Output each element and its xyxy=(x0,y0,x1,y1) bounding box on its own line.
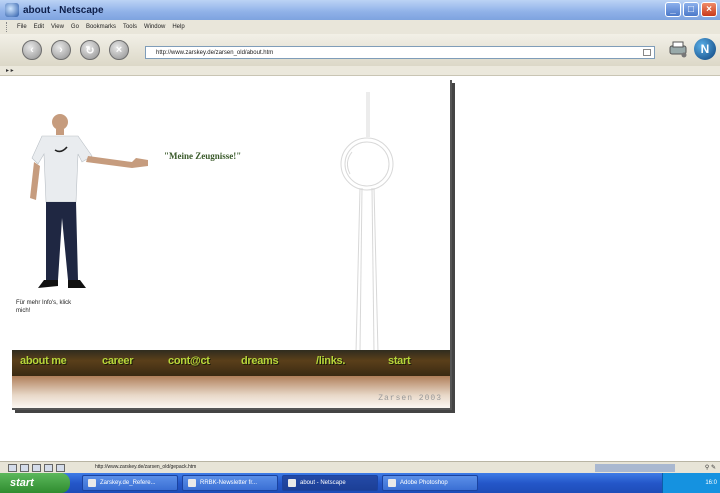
photoshop-task-icon xyxy=(388,479,396,487)
menu-tools[interactable]: Tools xyxy=(123,24,137,30)
close-button[interactable]: × xyxy=(701,2,717,17)
menu-go[interactable]: Go xyxy=(71,24,79,30)
browser-task-icon xyxy=(88,479,96,487)
copyright-text: Zarsen 2003 xyxy=(378,394,442,403)
task-newsletter[interactable]: RRBK-Newsletter fr... xyxy=(182,475,278,491)
nav-contact[interactable]: cont@ct xyxy=(168,355,210,367)
nav-career[interactable]: career xyxy=(102,355,134,367)
more-info-text[interactable]: Für mehr Info's, klick mich! xyxy=(16,299,76,315)
mail-icon[interactable] xyxy=(8,463,17,472)
page-icon[interactable] xyxy=(56,463,65,472)
web-page: "Meine Zeugnisse!" Für mehr Info's, klic… xyxy=(12,80,452,410)
window-title: about - Netscape xyxy=(23,4,104,16)
menu-bookmarks[interactable]: Bookmarks xyxy=(86,24,116,30)
window-controls: _ □ × xyxy=(665,2,717,17)
address-dropdown-icon[interactable] xyxy=(643,49,651,56)
task-label: about - Netscape xyxy=(300,480,346,486)
menu-view[interactable]: View xyxy=(51,24,64,30)
windows-taskbar: start Zarskey.de_Refere... RRBK-Newslett… xyxy=(0,473,720,493)
sidebar-toggle-icon[interactable]: ▸ ▸ xyxy=(6,67,14,74)
menu-file[interactable]: File xyxy=(17,24,27,30)
composer-icon[interactable] xyxy=(20,463,29,472)
address-url: http://www.zarskey.de/zarsen_old/about.h… xyxy=(156,49,274,56)
mail-task-icon xyxy=(188,479,196,487)
address-bar[interactable]: http://www.zarskey.de/zarsen_old/about.h… xyxy=(145,46,655,59)
task-zarskey[interactable]: Zarskey.de_Refere... xyxy=(82,475,178,491)
maximize-button[interactable]: □ xyxy=(683,2,699,17)
menu-grip xyxy=(6,22,10,32)
status-text: http://www.zarskey.de/zarsen_old/gepack.… xyxy=(95,464,197,470)
site-navigation: about me career cont@ct dreams /links. s… xyxy=(12,350,450,376)
menu-help[interactable]: Help xyxy=(172,24,184,30)
back-button[interactable]: ‹ xyxy=(22,40,42,60)
certificates-link[interactable]: "Meine Zeugnisse!" xyxy=(164,151,241,161)
minimize-button[interactable]: _ xyxy=(665,2,681,17)
print-icon[interactable] xyxy=(668,40,688,58)
person-figure[interactable] xyxy=(24,110,164,300)
task-label: Adobe Photoshop xyxy=(400,480,448,486)
menu-window[interactable]: Window xyxy=(144,24,165,30)
status-bar: http://www.zarskey.de/zarsen_old/gepack.… xyxy=(0,461,720,473)
progress-bar xyxy=(595,464,675,472)
chat-icon[interactable] xyxy=(44,463,53,472)
security-lock-icon[interactable]: ⚲ ✎ xyxy=(705,464,716,471)
menu-bar: File Edit View Go Bookmarks Tools Window… xyxy=(0,20,720,34)
menu-edit[interactable]: Edit xyxy=(34,24,44,30)
task-photoshop[interactable]: Adobe Photoshop xyxy=(382,475,478,491)
nav-about-me[interactable]: about me xyxy=(20,355,67,367)
page-viewport: "Meine Zeugnisse!" Für mehr Info's, klic… xyxy=(0,77,720,461)
reload-button[interactable]: ↻ xyxy=(80,40,100,60)
stop-button[interactable]: × xyxy=(109,40,129,60)
start-button[interactable]: start xyxy=(0,473,70,493)
tv-tower-illustration xyxy=(340,92,394,352)
task-label: RRBK-Newsletter fr... xyxy=(200,480,258,486)
page-footer: Zarsen 2003 xyxy=(12,376,450,408)
nav-start[interactable]: start xyxy=(388,355,411,367)
title-bar: about - Netscape _ □ × xyxy=(0,0,720,20)
clock: 16:0 xyxy=(705,480,717,486)
forward-button[interactable]: › xyxy=(51,40,71,60)
netscape-task-icon xyxy=(288,479,296,487)
start-label: start xyxy=(10,477,34,489)
netscape-app-icon xyxy=(5,3,19,17)
task-label: Zarskey.de_Refere... xyxy=(100,480,156,486)
system-tray: 16:0 xyxy=(662,473,720,493)
sidebar-strip: ▸ ▸ xyxy=(0,66,720,76)
nav-dreams[interactable]: dreams xyxy=(241,355,279,367)
netscape-logo-icon[interactable]: N xyxy=(694,38,716,60)
nav-links[interactable]: /links. xyxy=(316,355,345,367)
address-book-icon[interactable] xyxy=(32,463,41,472)
task-about-netscape[interactable]: about - Netscape xyxy=(282,475,378,491)
